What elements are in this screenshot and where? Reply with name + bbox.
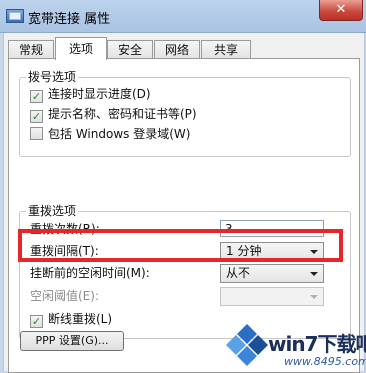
checkbox-label: 连接时显示进度(D) — [48, 87, 151, 101]
checkbox-checked-icon[interactable]: ✓ — [30, 315, 43, 328]
idle-hangup-select[interactable]: 从不 — [220, 264, 324, 283]
checkbox-label: 断线重拨(L) — [48, 312, 113, 326]
title-bar: 宽带连接 属性 ✕ — [0, 0, 366, 33]
checkbox-checked-icon[interactable]: ✓ — [30, 90, 43, 103]
tab-options[interactable]: 选项 — [55, 37, 107, 60]
window-title: 宽带连接 属性 — [28, 12, 111, 27]
watermark-url: www.8495.com — [284, 355, 366, 368]
chevron-down-icon — [310, 295, 318, 299]
checkbox-empty-icon[interactable] — [30, 127, 43, 140]
network-connection-icon — [6, 9, 24, 23]
chevron-down-icon — [310, 272, 318, 276]
dial-options-title: 拨号选项 — [26, 70, 79, 84]
checkbox-redial-on-drop[interactable]: ✓ 断线重拨(L) — [30, 311, 113, 328]
idle-hangup-value: 从不 — [226, 266, 251, 280]
watermark: win7下载吧 www.8495.com — [224, 318, 366, 371]
tab-security[interactable]: 安全 — [107, 40, 153, 59]
close-button[interactable]: ✕ — [319, 0, 363, 21]
tab-general[interactable]: 常规 — [8, 40, 54, 59]
checkbox-include-domain[interactable]: 包括 Windows 登录域(W) — [30, 126, 190, 142]
idle-threshold-select[interactable] — [220, 287, 324, 306]
dial-options-group: 拨号选项 ✓ 连接时显示进度(D) ✓ 提示名称、密码和证书等(P) 包括 Wind… — [19, 70, 351, 157]
tab-networking[interactable]: 网络 — [154, 40, 200, 59]
tab-sharing[interactable]: 共享 — [201, 40, 251, 59]
idle-threshold-label: 空闲阈值(E): — [30, 289, 99, 303]
windows-logo-icon — [226, 324, 268, 366]
checkbox-show-progress[interactable]: ✓ 连接时显示进度(D) — [30, 86, 151, 103]
highlight-box — [18, 229, 343, 262]
checkbox-label: 提示名称、密码和证书等(P) — [48, 107, 197, 121]
checkbox-prompt-credentials[interactable]: ✓ 提示名称、密码和证书等(P) — [30, 106, 197, 123]
redial-options-title: 重拨选项 — [26, 204, 79, 218]
idle-hangup-label: 挂断前的空闲时间(M): — [30, 266, 150, 280]
ppp-settings-button[interactable]: PPP 设置(G)... — [20, 331, 124, 351]
watermark-brand: win7下载吧 — [268, 332, 366, 356]
checkbox-checked-icon[interactable]: ✓ — [30, 110, 43, 123]
checkbox-label: 包括 Windows 登录域(W) — [48, 127, 191, 141]
